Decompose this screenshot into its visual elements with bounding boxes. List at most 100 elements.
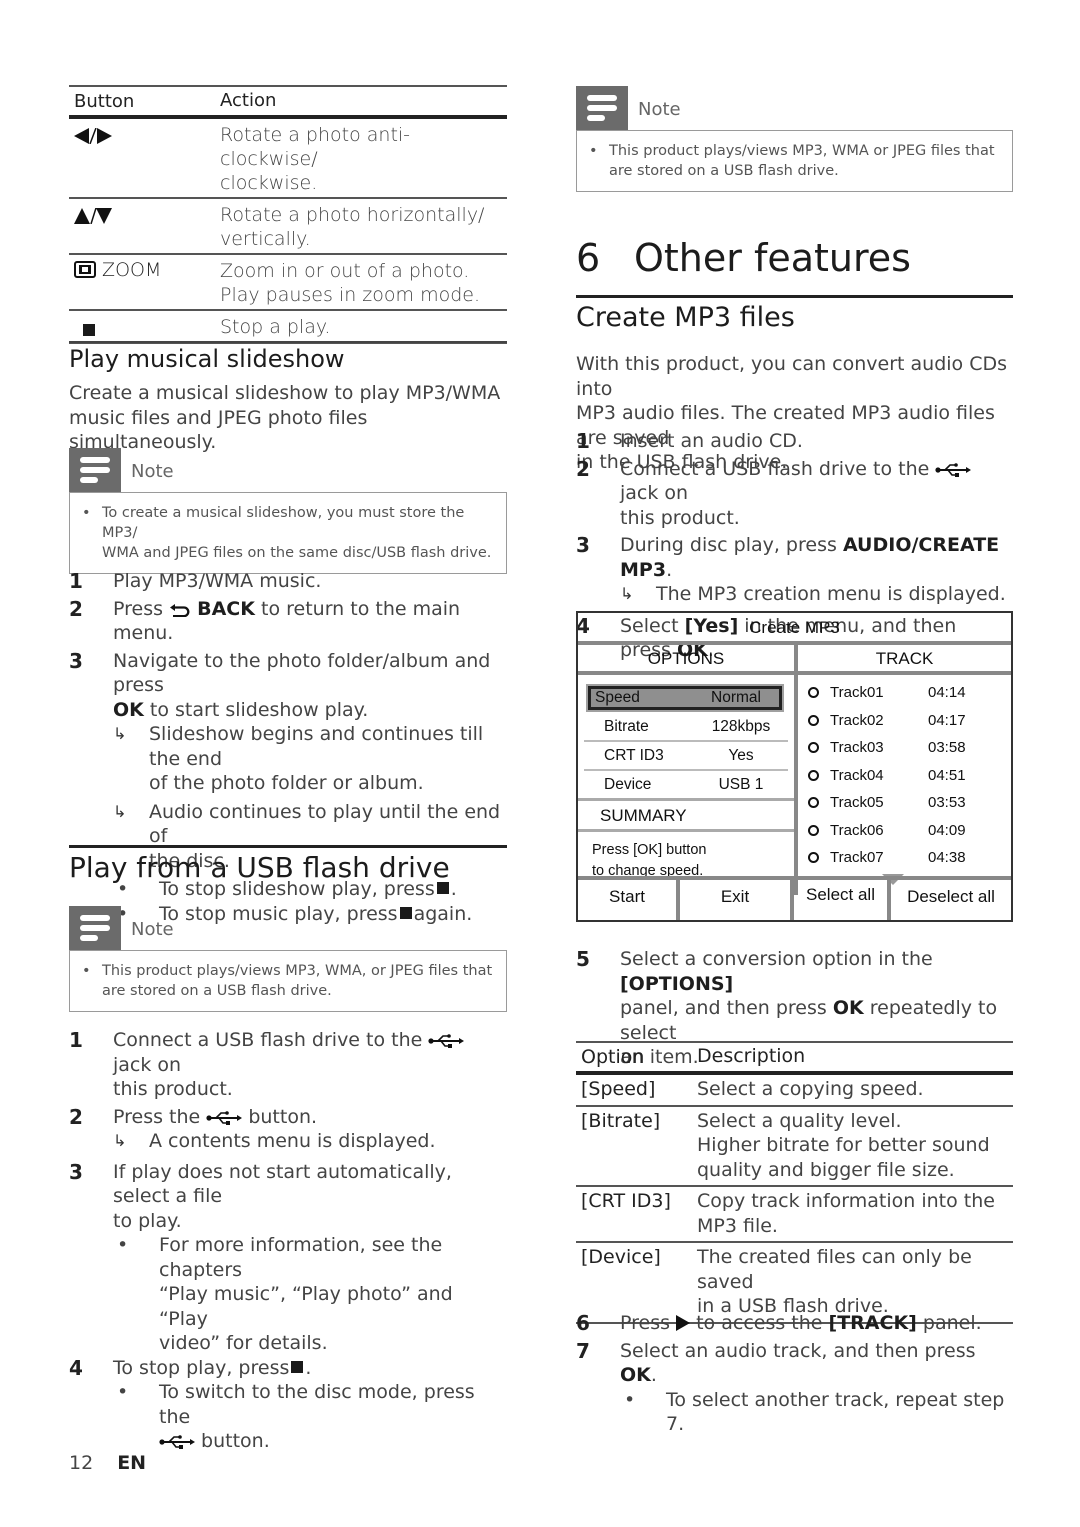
note-box: Note • This product plays/views MP3, WMA… xyxy=(69,906,507,1012)
action-text: Stop a play. xyxy=(220,316,331,338)
header-button: Button xyxy=(74,90,135,112)
left-right-arrows-icon xyxy=(74,127,112,145)
table-row: Rotate a photo anti-clockwise/ clockwise… xyxy=(69,119,507,199)
usb-icon xyxy=(428,1034,465,1048)
language-code: EN xyxy=(117,1452,147,1474)
radio-icon xyxy=(808,824,819,836)
step: 2 Press BACK to return to the main menu. xyxy=(69,596,461,645)
result-arrow-icon: ↳ xyxy=(113,724,127,743)
screen-buttons: Start Exit Select all Deselect all xyxy=(578,876,1011,920)
action-text: Play pauses in zoom mode. xyxy=(220,284,480,306)
step: 1 Play MP3/WMA music. xyxy=(69,569,322,593)
summary-label: SUMMARY xyxy=(578,798,794,832)
track-item[interactable]: Track03 03:58 xyxy=(798,734,1011,762)
slideshow-intro: Create a musical slideshow to play MP3/W… xyxy=(69,382,501,453)
step: 7 Select an audio track, and then press … xyxy=(576,1339,1013,1437)
stop-icon xyxy=(83,324,95,336)
result-arrow-icon: ↳ xyxy=(113,1131,127,1150)
track-item[interactable]: Track06 04:09 xyxy=(798,817,1011,845)
track-item[interactable]: Track01 04:14 xyxy=(798,679,1011,707)
action-text: Rotate a photo anti-clockwise/ xyxy=(220,124,411,170)
create-mp3-menu-screen: Create MP3 OPTIONS Speed Normal Bitrate 12… xyxy=(576,611,1013,922)
result: ↳ Slideshow begins and continues till the… xyxy=(113,723,484,794)
note-label: Note xyxy=(131,919,174,940)
section-divider xyxy=(69,341,507,343)
up-down-arrows-icon xyxy=(74,207,112,225)
table-row: ZOOM Zoom in or out of a photo. Play pau… xyxy=(69,255,507,311)
step: 3 During disc play, press AUDIO/CREATE M… xyxy=(576,533,1013,607)
note-text: This product plays/views MP3, WMA, or JP… xyxy=(102,963,493,979)
option-device[interactable]: Device USB 1 xyxy=(584,771,788,798)
create-mp3-steps-final: 6 Press to access the [TRACK] panel. 7 S… xyxy=(576,1311,1013,1437)
screen-title: Create MP3 xyxy=(578,613,1011,645)
action-text: clockwise. xyxy=(220,172,318,194)
action-text: Zoom in or out of a photo. xyxy=(220,260,470,282)
radio-icon xyxy=(808,852,819,864)
table-row: Stop a play. xyxy=(69,311,507,344)
header-option: Option xyxy=(581,1046,645,1068)
chapter-title: Other features xyxy=(634,236,911,280)
deselect-all-button[interactable]: Deselect all xyxy=(891,880,1011,920)
radio-icon xyxy=(808,769,819,781)
radio-icon xyxy=(808,714,819,726)
note-box: Note • This product plays/views MP3, WMA… xyxy=(576,86,1013,192)
usb-icon xyxy=(206,1110,243,1125)
usb-icon xyxy=(935,462,972,477)
table-row: [CRT ID3] Copy track information into th… xyxy=(576,1187,1013,1243)
radio-icon xyxy=(808,687,819,699)
track-header: TRACK xyxy=(798,645,1011,675)
page-footer: 12 EN xyxy=(69,1452,146,1474)
section-heading-create-mp3: Create MP3 files xyxy=(576,302,795,333)
bullet: • To select another track, repeat step 7. xyxy=(624,1388,1005,1436)
radio-icon xyxy=(808,742,819,754)
step: 6 Press to access the [TRACK] panel. xyxy=(576,1311,982,1335)
header-description: Description xyxy=(697,1045,806,1068)
table-row: [Speed] Select a copying speed. xyxy=(576,1075,1013,1107)
table-row: [Bitrate] Select a quality level. Higher … xyxy=(576,1107,1013,1187)
result: ↳ The MP3 creation menu is displayed. xyxy=(620,583,1006,605)
action-text: Rotate a photo horizontally/ xyxy=(220,204,485,226)
result: ↳ A contents menu is displayed. xyxy=(113,1130,436,1152)
chapter-divider xyxy=(576,295,1013,298)
select-all-button[interactable]: Select all xyxy=(794,880,891,920)
option-speed[interactable]: Speed Normal xyxy=(588,686,782,710)
chapter-heading: 6 Other features xyxy=(576,236,1013,280)
note-icon xyxy=(69,906,121,950)
note-box: Note • To create a musical slideshow, yo… xyxy=(69,448,507,574)
option-description-table: Option Description [Speed] Select a copy… xyxy=(576,1041,1013,1324)
note-text: are stored on a USB flash drive. xyxy=(102,983,332,999)
zoom-button-label: ZOOM xyxy=(102,259,162,281)
step: 4 To stop play, press. • To switch to the… xyxy=(69,1356,507,1454)
table-header: Option Description xyxy=(576,1043,1013,1075)
table-row: Rotate a photo horizontally/ vertically. xyxy=(69,199,507,255)
table-header: Button Action xyxy=(69,87,507,119)
bullet: • To switch to the disc mode, press the b… xyxy=(117,1381,475,1452)
result-arrow-icon: ↳ xyxy=(620,584,634,603)
bullet: • For more information, see the chapters “… xyxy=(117,1234,453,1354)
option-crt-id3[interactable]: CRT ID3 Yes xyxy=(584,742,788,771)
note-label: Note xyxy=(131,461,174,482)
options-header: OPTIONS xyxy=(578,645,794,675)
track-item[interactable]: Track04 04:51 xyxy=(798,762,1011,790)
step: 2 Press the button. ↳ A contents menu is … xyxy=(69,1105,507,1154)
exit-button[interactable]: Exit xyxy=(680,880,794,920)
note-text: WMA and JPEG files on the same disc/USB … xyxy=(102,545,492,561)
step: 3 If play does not start automatically, … xyxy=(69,1160,507,1356)
track-item[interactable]: Track05 03:53 xyxy=(798,789,1011,817)
usb-steps: 1 Connect a USB flash drive to the jack … xyxy=(69,1028,507,1454)
note-icon xyxy=(69,448,121,492)
button-action-table: Button Action Rotate a photo anti-clockw… xyxy=(69,85,507,344)
stop-icon xyxy=(291,1360,304,1373)
track-item[interactable]: Track07 04:38 xyxy=(798,844,1011,872)
options-panel: OPTIONS Speed Normal Bitrate 128kbps CRT I… xyxy=(578,645,798,895)
start-button[interactable]: Start xyxy=(578,880,680,920)
note-text: To create a musical slideshow, you must … xyxy=(102,505,465,541)
page-number: 12 xyxy=(69,1452,94,1474)
track-item[interactable]: Track02 04:17 xyxy=(798,707,1011,735)
step: 3 Navigate to the photo folder/album and… xyxy=(69,649,507,927)
option-bitrate[interactable]: Bitrate 128kbps xyxy=(584,713,788,742)
radio-icon xyxy=(808,797,819,809)
chapter-number: 6 xyxy=(576,236,601,280)
note-icon xyxy=(576,86,628,130)
step: 2 Connect a USB flash drive to the jack … xyxy=(576,457,1013,531)
